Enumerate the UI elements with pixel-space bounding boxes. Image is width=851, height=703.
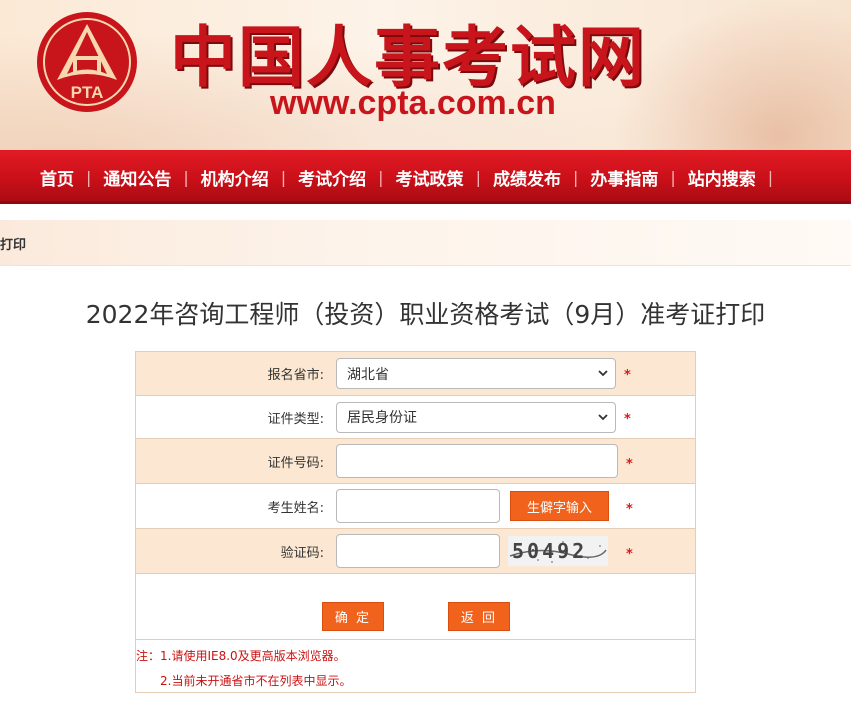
name-label: 考生姓名: — [267, 500, 324, 516]
id-type-select[interactable]: 居民身份证 — [336, 401, 616, 433]
id-number-field-cell: * — [332, 439, 695, 483]
id-number-input[interactable] — [336, 444, 618, 478]
nav-separator: | — [670, 167, 676, 187]
page-title: 2022年咨询工程师（投资）职业资格考试（9月）准考证打印 — [85, 300, 766, 329]
required-mark: * — [626, 502, 633, 517]
required-mark: * — [626, 457, 633, 472]
name-field-cell: 生僻字输入 * — [332, 484, 695, 528]
captcha-field-cell: 50492 * — [332, 529, 695, 573]
confirm-button[interactable]: 确 定 — [322, 602, 384, 631]
breadcrumb: 打印 — [0, 238, 27, 253]
nav-item-home[interactable]: 首页 — [40, 165, 74, 190]
captcha-image[interactable]: 50492 — [508, 536, 608, 566]
main-nav: 首页 | 通知公告 | 机构介绍 | 考试介绍 | 考试政策 | 成绩发布 | … — [0, 150, 851, 204]
province-field-cell: 湖北省 * — [332, 352, 695, 395]
name-input[interactable] — [336, 489, 500, 523]
nav-separator: | — [280, 167, 287, 187]
pta-logo[interactable]: PTA — [35, 10, 139, 114]
id-type-label: 证件类型: — [267, 411, 324, 427]
form-row-name: 考生姓名: 生僻字输入 * — [136, 484, 695, 529]
id-type-select-value: 居民身份证 — [347, 410, 417, 426]
chevron-down-icon — [598, 413, 608, 420]
form-row-id-type: 证件类型: 居民身份证 * — [136, 396, 695, 439]
chevron-down-icon — [598, 370, 608, 377]
banner-decor-right — [611, 0, 851, 150]
form-row-province: 报名省市: 湖北省 * — [136, 352, 695, 396]
required-mark: * — [624, 368, 631, 383]
nav-item-notices[interactable]: 通知公告 — [103, 165, 171, 190]
required-mark: * — [626, 547, 633, 562]
captcha-noise: 50492 — [508, 536, 608, 566]
form-row-actions: 确 定 返 回 — [136, 574, 695, 640]
admission-ticket-form: 报名省市: 湖北省 * 证件类型: 居民身份证 * 证件号码: * 考生姓名: … — [135, 351, 696, 693]
rare-char-input-button[interactable]: 生僻字输入 — [510, 491, 609, 521]
nav-item-policy[interactable]: 考试政策 — [396, 165, 464, 190]
site-url: www.cpta.com.cn — [270, 84, 556, 122]
captcha-text: 50492 — [512, 539, 587, 563]
province-select[interactable]: 湖北省 — [336, 358, 616, 389]
id-number-label: 证件号码: — [267, 455, 324, 471]
back-button[interactable]: 返 回 — [448, 602, 510, 631]
required-mark: * — [624, 412, 631, 427]
nav-separator: | — [475, 167, 481, 187]
page-root: PTA 中国人事考试网 www.cpta.com.cn 首页 | 通知公告 | … — [0, 0, 851, 703]
nav-item-search[interactable]: 站内搜索 — [688, 165, 756, 190]
captcha-label: 验证码: — [280, 545, 324, 561]
province-label: 报名省市: — [267, 368, 324, 383]
form-row-captcha: 验证码: 50492 * — [136, 529, 695, 574]
nav-separator: | — [86, 167, 92, 187]
nav-item-scores[interactable]: 成绩发布 — [493, 165, 561, 190]
nav-separator: | — [572, 167, 579, 187]
form-notes: 注：1.请使用IE8.0及更高版本浏览器。 2.当前未开通省市不在列表中显示。 — [136, 640, 695, 692]
note-line-1: 注：1.请使用IE8.0及更高版本浏览器。 — [136, 649, 346, 663]
breadcrumb-bar: 打印 — [0, 220, 851, 266]
note-line-2: 2.当前未开通省市不在列表中显示。 — [160, 674, 352, 688]
nav-item-guide[interactable]: 办事指南 — [590, 165, 658, 190]
nav-separator: | — [378, 167, 384, 187]
nav-list: 首页 | 通知公告 | 机构介绍 | 考试介绍 | 考试政策 | 成绩发布 | … — [40, 150, 785, 204]
nav-item-exams[interactable]: 考试介绍 — [298, 165, 366, 190]
form-row-id-number: 证件号码: * — [136, 439, 695, 484]
province-select-value: 湖北省 — [347, 366, 389, 383]
captcha-input[interactable] — [336, 534, 500, 568]
id-type-field-cell: 居民身份证 * — [332, 396, 695, 438]
logo-text: PTA — [71, 83, 104, 102]
nav-separator: | — [183, 167, 189, 187]
header-banner: PTA 中国人事考试网 www.cpta.com.cn — [0, 0, 851, 150]
nav-separator: | — [767, 167, 774, 187]
nav-item-about[interactable]: 机构介绍 — [201, 165, 269, 190]
